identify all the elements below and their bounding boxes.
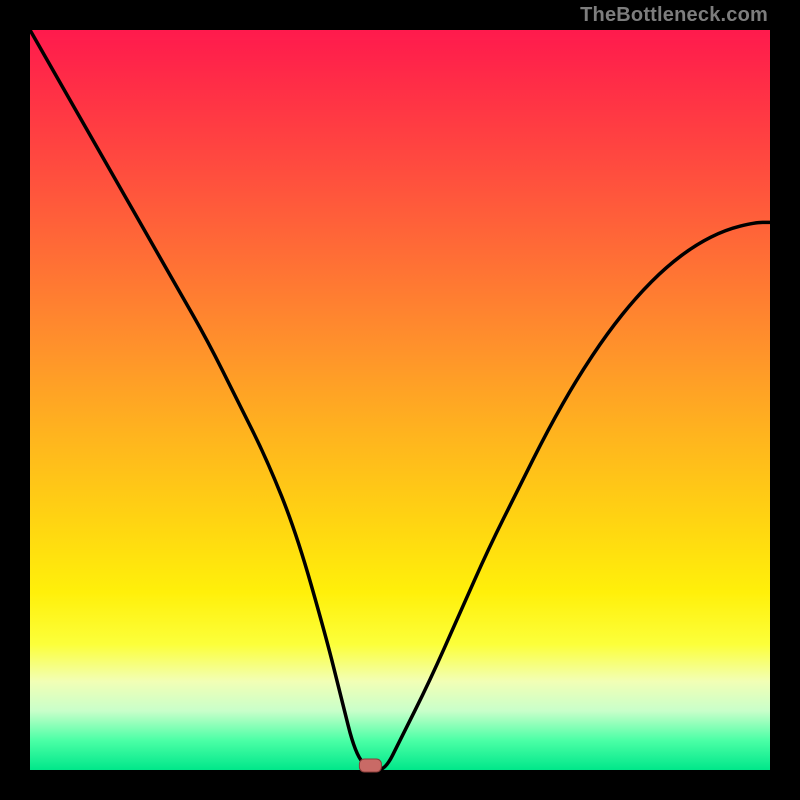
optimal-point-marker [359, 759, 381, 772]
watermark-text: TheBottleneck.com [580, 4, 768, 27]
plot-svg [30, 30, 770, 770]
bottleneck-curve [30, 30, 770, 770]
chart-frame: TheBottleneck.com [0, 0, 800, 800]
plot-area [30, 30, 770, 770]
